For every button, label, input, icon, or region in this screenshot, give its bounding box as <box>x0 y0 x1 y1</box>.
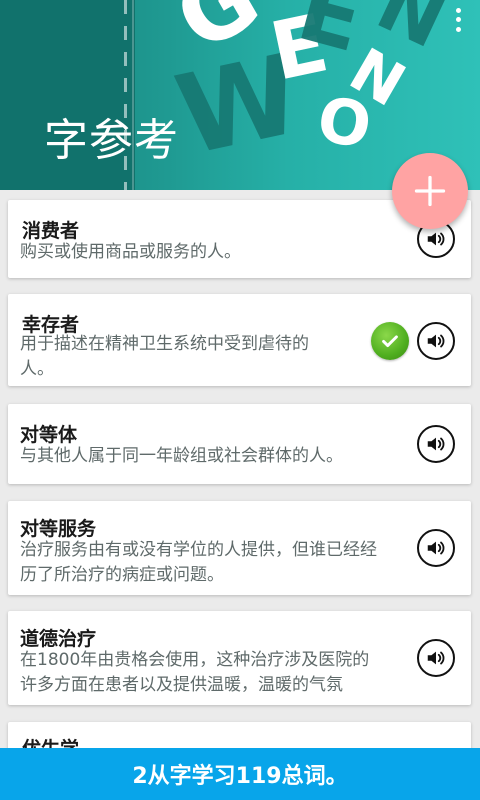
word-title: 对等服务 <box>20 518 97 540</box>
add-word-button[interactable] <box>392 153 468 229</box>
definition-line: 治疗服务由有或没有学位的人提供，但谁已经经 <box>20 540 377 560</box>
word-card[interactable]: 对等服务 治疗服务由有或没有学位的人提供，但谁已经经 历了所治疗的病症或问题。 <box>8 501 471 595</box>
word-title: 对等体 <box>20 424 78 446</box>
word-card[interactable]: 道德治疗 在1800年由贵格会使用，这种治疗涉及医院的 许多方面在患者以及提供温… <box>8 611 471 705</box>
definition-line: 购买或使用商品或服务的人。 <box>20 242 241 262</box>
check-icon <box>371 322 409 360</box>
word-title: 道德治疗 <box>20 628 97 650</box>
definition-line: 人。 <box>20 359 54 379</box>
footer-text: 2从字学习119总词。 <box>132 764 348 789</box>
progress-footer: 2从字学习119总词。 <box>0 748 480 800</box>
word-list[interactable]: 消费者 购买或使用商品或服务的人。 幸存者 用于描述在精神卫生系统中受到虐待的 … <box>0 190 480 750</box>
definition-line: 在1800年由贵格会使用，这种治疗涉及医院的 <box>20 650 370 670</box>
speaker-icon[interactable] <box>417 322 455 360</box>
word-card[interactable]: 对等体 与其他人属于同一年龄组或社会群体的人。 <box>8 404 471 484</box>
word-definition: 购买或使用商品或服务的人。 <box>20 240 241 265</box>
word-card[interactable]: 幸存者 用于描述在精神卫生系统中受到虐待的 人。 <box>8 294 471 386</box>
deco-letter: O <box>312 81 377 164</box>
word-definition: 与其他人属于同一年龄组或社会群体的人。 <box>20 444 343 469</box>
word-card[interactable]: 优生学 <box>8 722 471 750</box>
word-title: 消费者 <box>22 220 80 242</box>
speaker-icon[interactable] <box>417 639 455 677</box>
definition-line: 与其他人属于同一年龄组或社会群体的人。 <box>20 446 343 466</box>
page-title: 字参考 <box>44 115 179 166</box>
overflow-menu-icon[interactable] <box>448 6 468 34</box>
word-definition: 治疗服务由有或没有学位的人提供，但谁已经经 历了所治疗的病症或问题。 <box>20 538 377 588</box>
word-definition: 用于描述在精神卫生系统中受到虐待的 人。 <box>20 332 309 382</box>
plus-icon <box>414 175 446 207</box>
definition-line: 许多方面在患者以及提供温暖，温暖的气氛 <box>20 675 343 695</box>
definition-line: 用于描述在精神卫生系统中受到虐待的 <box>20 334 309 354</box>
word-definition: 在1800年由贵格会使用，这种治疗涉及医院的 许多方面在患者以及提供温暖，温暖的… <box>20 648 369 698</box>
definition-line: 历了所治疗的病症或问题。 <box>20 565 224 585</box>
speaker-icon[interactable] <box>417 529 455 567</box>
speaker-icon[interactable] <box>417 425 455 463</box>
